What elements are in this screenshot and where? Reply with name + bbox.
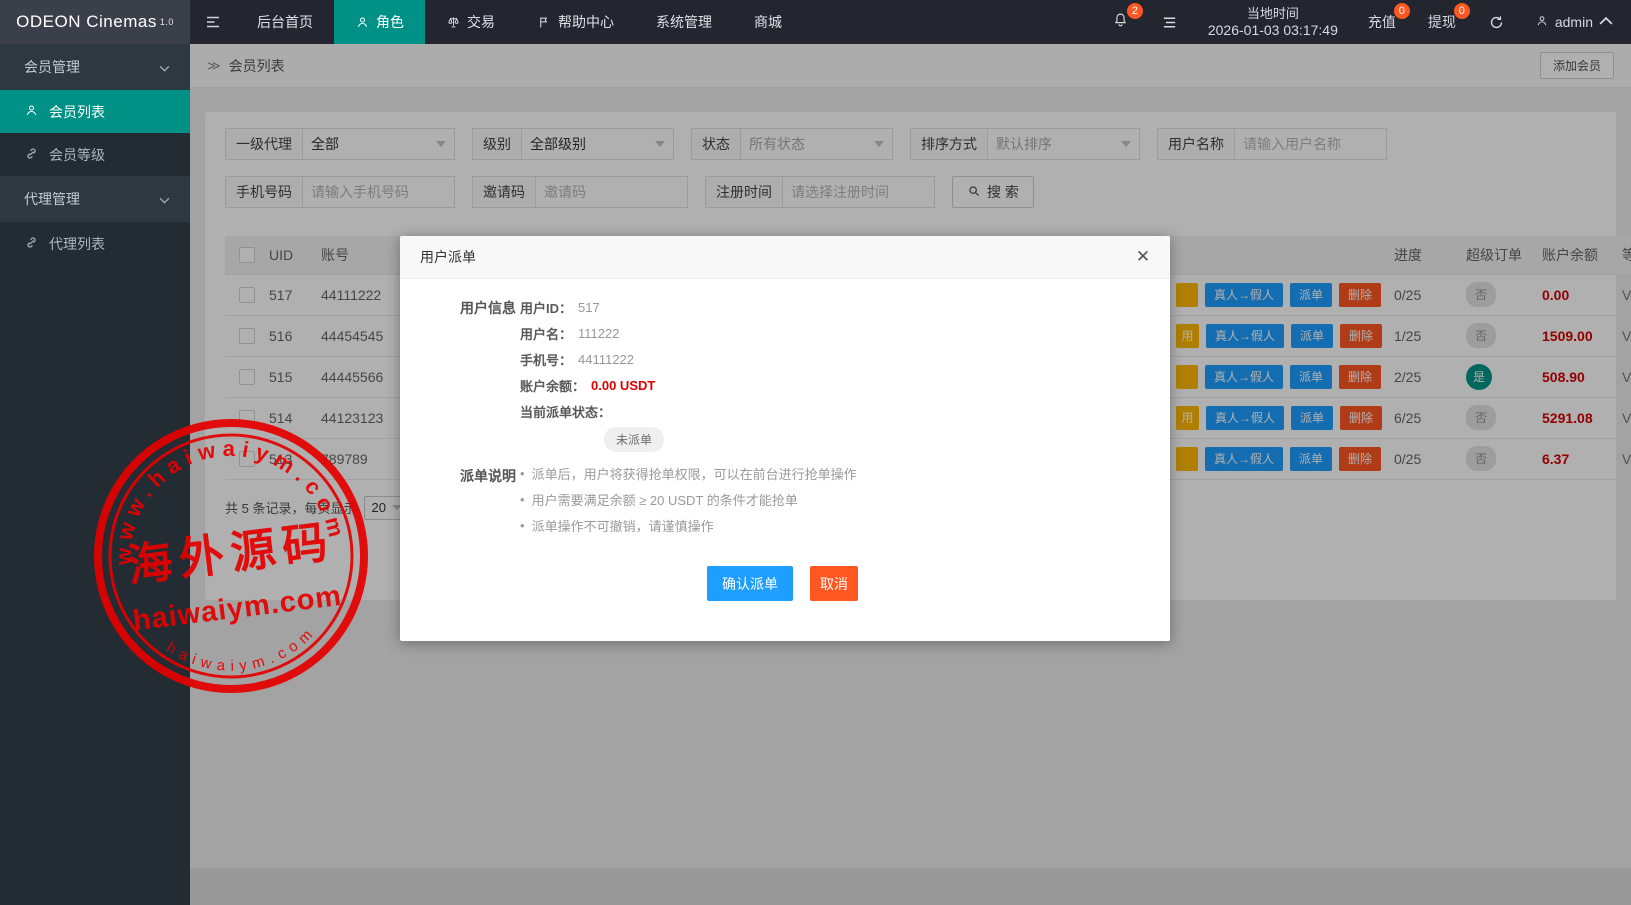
user-menu[interactable]: admin xyxy=(1521,14,1631,31)
field-label: 当前派单状态： xyxy=(520,402,611,421)
field-value: 111222 xyxy=(578,326,619,341)
bullet-dot: • xyxy=(520,466,525,481)
field-label: 账户余额： xyxy=(520,376,585,395)
user-info-field: 用户ID： 517 xyxy=(520,294,664,320)
user-info-field: 手机号： 44111222 xyxy=(520,346,664,372)
topnav-item-help[interactable]: 帮助中心 xyxy=(516,0,635,44)
withdraw-link[interactable]: 提现 0 xyxy=(1412,0,1472,44)
withdraw-badge: 0 xyxy=(1454,3,1470,19)
bell-icon xyxy=(1112,12,1129,32)
recharge-link[interactable]: 充值 0 xyxy=(1352,0,1412,44)
note-item: • 派单后，用户将获得抢单权限，可以在前台进行抢单操作 xyxy=(520,460,857,486)
user-info-section-label: 用户信息 xyxy=(460,298,516,318)
user-info-fields: 用户ID： 517 用户名： 111222 手机号： 44111222 账户余额： 0.00 … xyxy=(520,294,664,452)
flag-icon xyxy=(537,15,552,30)
sidebar-group-agent[interactable]: 代理管理 xyxy=(0,176,190,222)
dispatch-modal: 用户派单 ✕ 用户信息 用户ID： 517 用户名： 111222 手机号： 441112… xyxy=(400,236,1170,641)
topnav-item-label: 角色 xyxy=(376,12,404,32)
field-label: 用户名： xyxy=(520,324,572,343)
person-icon xyxy=(355,15,370,30)
bullet-dot: • xyxy=(520,518,525,533)
chevron-down-icon xyxy=(159,191,170,207)
user-icon xyxy=(1535,14,1549,31)
user-info-field: 账户余额： 0.00 USDT xyxy=(520,372,664,398)
notes-section-label: 派单说明 xyxy=(460,466,516,486)
field-label: 手机号： xyxy=(520,350,572,369)
sidebar-item-label: 代理列表 xyxy=(49,234,105,254)
sidebar-item-label: 会员等级 xyxy=(49,145,105,165)
note-item: • 用户需要满足余额 ≥ 20 USDT 的条件才能抢单 xyxy=(520,486,857,512)
recharge-badge: 0 xyxy=(1394,3,1410,19)
refresh-icon[interactable] xyxy=(1472,0,1521,44)
chevron-down-icon xyxy=(159,59,170,75)
local-time-value: 2026-01-03 03:17:49 xyxy=(1208,22,1338,39)
app-version: 1.0 xyxy=(160,17,174,27)
sidebar-item-agent-list[interactable]: 代理列表 xyxy=(0,222,190,265)
dispatch-notes: • 派单后，用户将获得抢单权限，可以在前台进行抢单操作 • 用户需要满足余额 ≥ 20… xyxy=(520,460,857,538)
confirm-dispatch-button[interactable]: 确认派单 xyxy=(707,566,793,601)
sidebar-item-label: 会员列表 xyxy=(49,102,105,122)
recharge-label: 充值 xyxy=(1368,12,1396,32)
local-time-label: 当地时间 xyxy=(1208,5,1338,22)
topnav-item-label: 商城 xyxy=(754,12,782,32)
note-text: 派单后，用户将获得抢单权限，可以在前台进行抢单操作 xyxy=(532,464,857,483)
field-value: 517 xyxy=(578,300,600,315)
app-title: ODEON Cinemas xyxy=(16,12,157,32)
local-time: 当地时间 2026-01-03 03:17:49 xyxy=(1194,5,1352,39)
sidebar-group-member[interactable]: 会员管理 xyxy=(0,44,190,90)
notification-badge: 2 xyxy=(1127,3,1143,19)
sidebar-item-member-list[interactable]: 会员列表 xyxy=(0,90,190,133)
field-label: 用户ID： xyxy=(520,298,572,317)
chevron-up-icon xyxy=(1599,14,1613,31)
note-item: • 派单操作不可撤销，请谨慎操作 xyxy=(520,512,857,538)
person-icon xyxy=(24,103,39,121)
withdraw-label: 提现 xyxy=(1428,12,1456,32)
topnav-item-system[interactable]: 系统管理 xyxy=(635,0,733,44)
top-navbar: ODEON Cinemas 1.0 后台首页 角色 交易 帮助中心 系统管理 商城 2 当… xyxy=(0,0,1631,44)
field-value: 0.00 USDT xyxy=(591,378,655,393)
topnav-item-mall[interactable]: 商城 xyxy=(733,0,803,44)
note-text: 派单操作不可撤销，请谨慎操作 xyxy=(532,516,714,535)
sidebar-group-label: 会员管理 xyxy=(24,57,80,77)
topnav-item-label: 交易 xyxy=(467,12,495,32)
field-value: 44111222 xyxy=(578,352,634,367)
topnav-item-role[interactable]: 角色 xyxy=(334,0,425,44)
app-logo: ODEON Cinemas 1.0 xyxy=(0,0,190,44)
topnav-item-trade[interactable]: 交易 xyxy=(425,0,516,44)
note-text: 用户需要满足余额 ≥ 20 USDT 的条件才能抢单 xyxy=(532,490,798,509)
topnav-right: 2 当地时间 2026-01-03 03:17:49 充值 0 提现 0 adm… xyxy=(1096,0,1631,44)
dispatch-status-badge: 未派单 xyxy=(604,427,664,452)
menu-list-icon[interactable] xyxy=(1145,0,1194,44)
username: admin xyxy=(1555,14,1593,30)
topnav-item-label: 后台首页 xyxy=(257,12,313,32)
user-info-field: 当前派单状态： xyxy=(520,398,664,424)
topnav-item-label: 系统管理 xyxy=(656,12,712,32)
modal-title: 用户派单 xyxy=(400,236,1170,279)
topnav-item-label: 帮助中心 xyxy=(558,12,614,32)
bullet-dot: • xyxy=(520,492,525,507)
topnav-item-home[interactable]: 后台首页 xyxy=(236,0,334,44)
link-icon xyxy=(24,235,39,253)
user-info-field: 用户名： 111222 xyxy=(520,320,664,346)
sidebar-group-label: 代理管理 xyxy=(24,189,80,209)
link-icon xyxy=(24,146,39,164)
sidebar-item-member-level[interactable]: 会员等级 xyxy=(0,133,190,176)
topnav-menu: 后台首页 角色 交易 帮助中心 系统管理 商城 xyxy=(236,0,803,44)
sidebar: 会员管理会员列表会员等级代理管理代理列表 xyxy=(0,44,190,905)
scale-icon xyxy=(446,15,461,30)
close-icon[interactable]: ✕ xyxy=(1130,244,1156,270)
notifications-bell[interactable]: 2 xyxy=(1096,0,1145,44)
cancel-button[interactable]: 取消 xyxy=(810,566,858,601)
sidebar-collapse-icon[interactable] xyxy=(190,0,236,44)
